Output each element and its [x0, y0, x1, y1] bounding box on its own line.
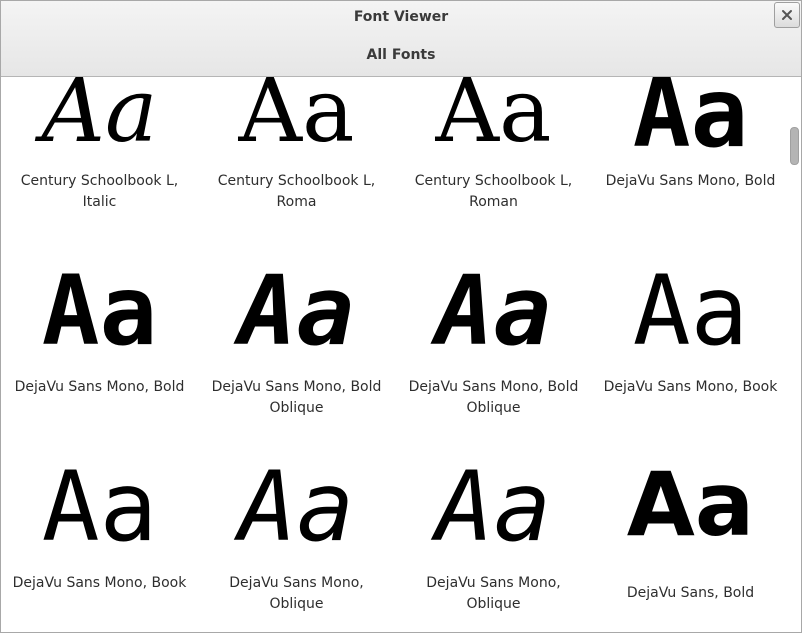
font-label: DejaVu Sans Mono, Book	[603, 379, 778, 395]
font-sample: Aa	[238, 77, 355, 162]
font-tile[interactable]: Aa Century Schoolbook L, Italic	[1, 77, 198, 263]
font-sample: Aa	[41, 77, 158, 162]
font-tile[interactable]: Aa DejaVu Sans Mono, Bold Oblique	[198, 263, 395, 459]
font-grid-view: Aa Century Schoolbook L, Italic Aa Centu…	[1, 77, 801, 632]
font-label: DejaVu Sans Mono, Oblique	[426, 575, 561, 612]
font-tile[interactable]: Aa DejaVu Sans, Bold	[592, 453, 789, 632]
font-tile[interactable]: Aa DejaVu Sans Mono, Bold	[592, 77, 789, 263]
font-sample: Aa	[435, 451, 552, 563]
header-bar: Font Viewer All Fonts	[1, 1, 801, 77]
font-sample: Aa	[632, 77, 749, 169]
font-sample: Aa	[41, 451, 158, 563]
font-sample: Aa	[238, 451, 355, 563]
font-label: DejaVu Sans Mono, Bold Oblique	[211, 379, 382, 416]
font-label: Century Schoolbook L, Roma	[217, 173, 376, 210]
font-sample: Aa	[435, 255, 552, 367]
font-sample: Aa	[626, 453, 755, 556]
font-tile[interactable]: Aa Century Schoolbook L, Roma	[198, 77, 395, 263]
font-label: DejaVu Sans Mono, Oblique	[229, 575, 364, 612]
font-label: DejaVu Sans Mono, Bold	[14, 379, 185, 395]
font-label: DejaVu Sans Mono, Book	[12, 575, 187, 591]
close-icon	[782, 10, 792, 20]
close-button[interactable]	[774, 2, 800, 28]
font-tile[interactable]: Aa Century Schoolbook L, Roman	[395, 77, 592, 263]
scrollbar-thumb[interactable]	[790, 127, 799, 165]
font-label: DejaVu Sans Mono, Bold Oblique	[408, 379, 579, 416]
font-label: Century Schoolbook L, Italic	[20, 173, 179, 210]
view-subtitle: All Fonts	[366, 47, 436, 63]
vertical-scrollbar[interactable]	[787, 77, 801, 632]
font-label: Century Schoolbook L, Roman	[414, 173, 573, 210]
font-tile[interactable]: Aa DejaVu Sans Mono, Bold Oblique	[395, 263, 592, 459]
font-tile[interactable]: Aa DejaVu Sans Mono, Oblique	[198, 451, 395, 632]
font-sample: Aa	[41, 255, 158, 367]
font-tile[interactable]: Aa DejaVu Sans Mono, Bold	[1, 263, 198, 459]
font-sample: Aa	[238, 255, 355, 367]
font-sample: Aa	[632, 255, 749, 367]
font-tile[interactable]: Aa DejaVu Sans Mono, Oblique	[395, 451, 592, 632]
font-label: DejaVu Sans, Bold	[626, 585, 755, 601]
font-label: DejaVu Sans Mono, Bold	[605, 173, 776, 189]
font-sample: Aa	[435, 77, 552, 162]
font-tile[interactable]: Aa DejaVu Sans Mono, Book	[592, 263, 789, 459]
font-tile[interactable]: Aa DejaVu Sans Mono, Book	[1, 451, 198, 632]
font-viewer-window: Font Viewer All Fonts Aa Century Schoolb…	[0, 0, 802, 633]
window-title: Font Viewer	[353, 9, 449, 25]
